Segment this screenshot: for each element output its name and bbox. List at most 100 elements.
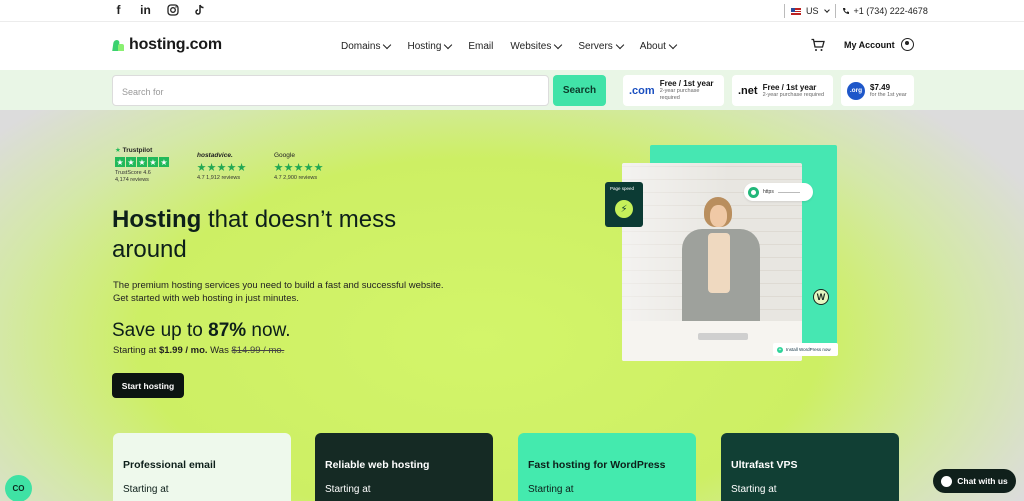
accessibility-widget-button[interactable]: CO bbox=[5, 475, 32, 501]
tld-name: .net bbox=[738, 84, 758, 97]
page-speed-label: Page speed bbox=[610, 186, 635, 191]
main-navigation: hosting.com Domains Hosting Email Websit… bbox=[0, 22, 1024, 70]
site-logo[interactable]: hosting.com bbox=[112, 36, 222, 54]
card-starting: Starting at bbox=[123, 484, 169, 495]
logo-icon bbox=[112, 38, 125, 52]
nav-item-about[interactable]: About bbox=[639, 40, 678, 52]
nav-item-label: Websites bbox=[510, 40, 552, 52]
domain-search-input[interactable]: Search for bbox=[112, 75, 549, 106]
phone-icon bbox=[842, 8, 849, 14]
product-card-web-hosting[interactable]: Reliable web hosting Starting at bbox=[315, 433, 493, 501]
review-ratings: ★ Trustpilot ★ ★ ★ ★ ★ TrustScore 4.6 4,174 … bbox=[115, 146, 323, 184]
locale-label: US bbox=[806, 6, 819, 16]
plus-icon: + bbox=[777, 346, 783, 353]
star-rating: ★ ★ ★ ★ ★ bbox=[115, 157, 169, 167]
tld-price: $7.49 bbox=[870, 82, 891, 92]
nav-item-label: Servers bbox=[578, 40, 613, 52]
logo-text: hosting.com bbox=[129, 36, 222, 53]
rating-brand: hostadvice. bbox=[197, 152, 233, 159]
tld-name: .com bbox=[629, 84, 655, 97]
chevron-down-icon bbox=[823, 6, 830, 13]
tld-note: 2-year purchase required bbox=[659, 88, 700, 101]
card-title: Professional email bbox=[123, 459, 216, 471]
nav-item-servers[interactable]: Servers bbox=[578, 40, 625, 52]
chevron-down-icon bbox=[615, 40, 625, 49]
url-placeholder-line bbox=[777, 191, 800, 193]
star-icon: ★ bbox=[115, 147, 121, 154]
tiktok-icon[interactable] bbox=[193, 3, 206, 17]
product-card-vps[interactable]: Ultrafast VPS Starting at bbox=[721, 433, 899, 501]
cart-icon[interactable] bbox=[811, 38, 825, 52]
card-title: Ultrafast VPS bbox=[731, 459, 798, 471]
starting-price: Starting at $1.99 / mo. Was $14.99 / mo. bbox=[113, 345, 285, 356]
nav-item-domains[interactable]: Domains bbox=[341, 40, 392, 52]
chat-icon bbox=[941, 475, 953, 487]
top-utility-bar: f in US +1 (734) 222-4678 bbox=[0, 0, 1024, 22]
phone-link[interactable]: +1 (734) 222-4678 bbox=[842, 6, 928, 16]
product-card-email[interactable]: Professional email Starting at bbox=[113, 433, 291, 501]
chat-label: Chat with us bbox=[957, 476, 1008, 486]
chevron-down-icon bbox=[383, 40, 392, 49]
phone-number: +1 (734) 222-4678 bbox=[853, 6, 928, 16]
url-text: https bbox=[763, 189, 774, 195]
nav-item-label: About bbox=[639, 40, 666, 52]
rating-score: 4.7 2,900 reviews bbox=[274, 175, 318, 181]
globe-icon bbox=[748, 186, 759, 198]
hero-subtext: The premium hosting services you need to… bbox=[113, 280, 444, 304]
chevron-down-icon bbox=[444, 40, 453, 49]
nav-item-email[interactable]: Email bbox=[468, 41, 493, 52]
top-right-utilities: US +1 (734) 222-4678 bbox=[778, 0, 928, 22]
chevron-down-icon bbox=[668, 40, 678, 49]
rating-count: 4,174 reviews bbox=[115, 177, 149, 183]
chevron-down-icon bbox=[554, 40, 563, 49]
domain-search-band: Search for Search .com Free / 1st year 2-… bbox=[0, 70, 1024, 110]
tld-note: 2-year purchase required bbox=[762, 91, 825, 98]
nav-menu: Domains Hosting Email Websites Servers A… bbox=[341, 22, 678, 70]
lightning-icon: ⚡ bbox=[615, 200, 633, 218]
nav-item-websites[interactable]: Websites bbox=[510, 40, 563, 52]
tld-price: Free / 1st year bbox=[659, 79, 714, 88]
start-hosting-button[interactable]: Start hosting bbox=[112, 373, 184, 398]
wordpress-icon: W bbox=[813, 289, 829, 305]
rating-brand: ★ Trustpilot bbox=[115, 147, 153, 154]
search-button[interactable]: Search bbox=[553, 75, 606, 106]
rating-score: 4.7 1,912 reviews bbox=[197, 175, 241, 181]
page-speed-badge: Page speed ⚡ bbox=[605, 182, 643, 227]
google-rating[interactable]: Google ★ ★ ★ ★ ★ 4.7 2,900 reviews bbox=[273, 152, 324, 184]
install-wordpress-badge: + Install WordPress now bbox=[773, 343, 838, 356]
trustpilot-rating[interactable]: ★ Trustpilot ★ ★ ★ ★ ★ TrustScore 4.6 4,174 … bbox=[115, 146, 169, 184]
tld-offer-org[interactable]: .org $7.49 for the 1st year bbox=[841, 75, 914, 106]
install-label: Install WordPress now bbox=[786, 347, 831, 352]
hero-headline: Hosting that doesn’t mess around bbox=[112, 206, 397, 263]
locale-selector[interactable]: US bbox=[791, 6, 830, 16]
save-headline: Save up to 87% now. bbox=[112, 320, 291, 341]
nav-item-label: Email bbox=[468, 40, 494, 52]
chat-with-us-button[interactable]: Chat with us bbox=[933, 469, 1016, 493]
tld-offer-com[interactable]: .com Free / 1st year 2-year purchase requ… bbox=[623, 75, 724, 106]
linkedin-icon[interactable]: in bbox=[139, 3, 152, 17]
nav-item-label: Domains bbox=[341, 40, 381, 52]
social-links: f in bbox=[112, 3, 206, 17]
divider bbox=[784, 4, 785, 18]
rating-score: TrustScore 4.6 bbox=[115, 170, 151, 176]
tld-offer-net[interactable]: .net Free / 1st year 2-year purchase requ… bbox=[732, 75, 833, 106]
divider bbox=[834, 4, 836, 18]
tld-note: for the 1st year bbox=[870, 91, 907, 98]
instagram-icon[interactable] bbox=[166, 3, 179, 17]
facebook-icon[interactable]: f bbox=[112, 3, 125, 17]
tld-name: .org bbox=[847, 81, 865, 100]
card-starting: Starting at bbox=[528, 484, 574, 495]
my-account-label: My Account bbox=[844, 39, 895, 50]
nav-item-hosting[interactable]: Hosting bbox=[407, 40, 453, 52]
nav-item-label: Hosting bbox=[407, 40, 442, 52]
star-rating: ★ ★ ★ ★ ★ bbox=[273, 161, 324, 174]
my-account-link[interactable]: My Account bbox=[844, 38, 914, 51]
card-starting: Starting at bbox=[325, 484, 371, 495]
rating-brand: Google bbox=[274, 152, 295, 159]
card-title: Reliable web hosting bbox=[325, 459, 430, 471]
user-icon bbox=[900, 38, 914, 51]
card-title: Fast hosting for WordPress bbox=[528, 459, 666, 471]
hostadvice-rating[interactable]: hostadvice. ★ ★ ★ ★ ★ 4.7 1,912 reviews bbox=[196, 152, 247, 184]
product-card-wordpress[interactable]: Fast hosting for WordPress Starting at bbox=[518, 433, 696, 501]
star-rating: ★ ★ ★ ★ ★ bbox=[196, 161, 247, 174]
